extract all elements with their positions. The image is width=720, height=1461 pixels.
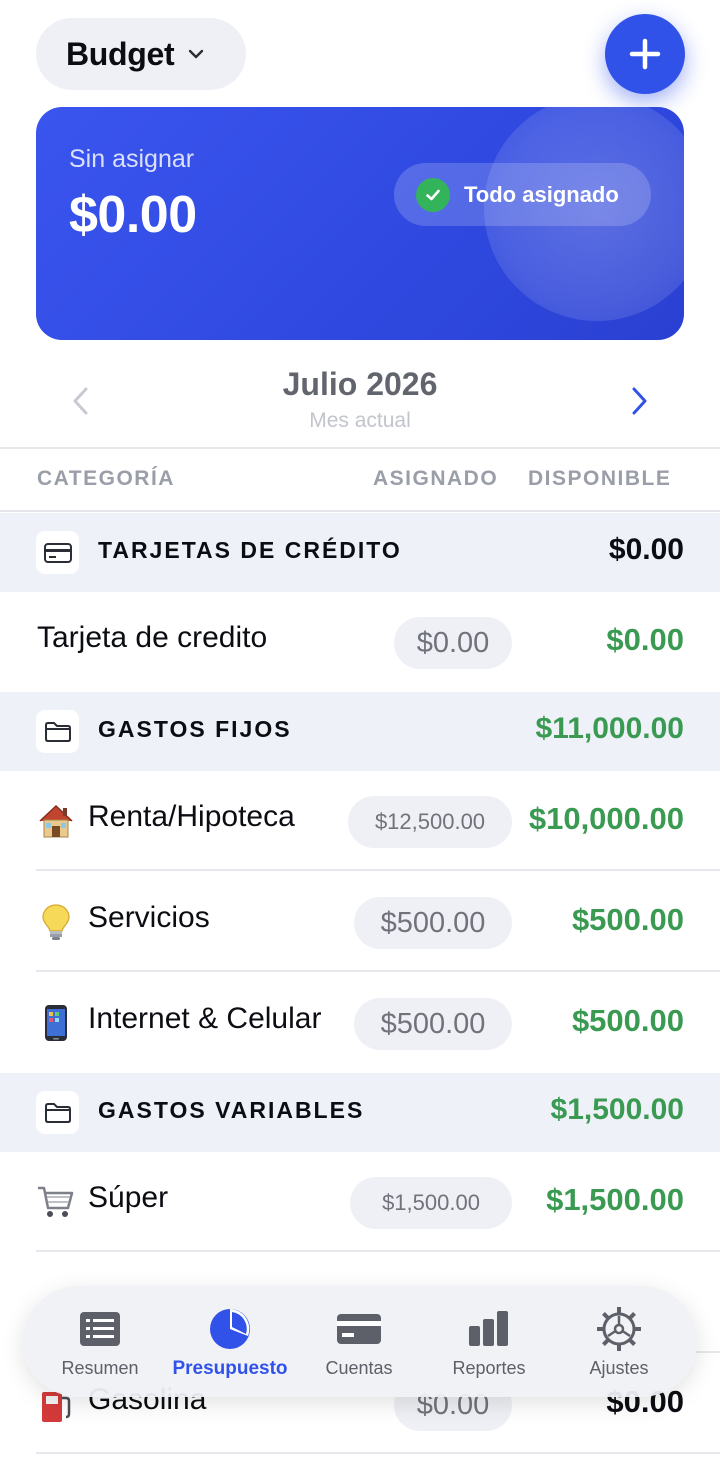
chevron-down-icon: [189, 49, 204, 59]
cart-icon: [38, 1186, 74, 1217]
card-icon: [337, 1314, 381, 1344]
tab-cuentas[interactable]: Cuentas: [294, 1286, 424, 1397]
category-name: Súper: [88, 1181, 169, 1214]
group-available: $0.00: [608, 533, 684, 566]
available-amount: $10,000.00: [528, 801, 684, 836]
row-divider: [36, 1250, 720, 1252]
assigned-amount[interactable]: $1,500.00: [350, 1177, 512, 1229]
add-button[interactable]: [605, 14, 685, 94]
plus-icon: [629, 38, 661, 70]
group-name: TARJETAS DE CRÉDITO: [98, 537, 402, 563]
folder-icon: [36, 1091, 79, 1134]
tab-label: Ajustes: [589, 1358, 649, 1378]
assigned-amount[interactable]: $500.00: [354, 998, 512, 1050]
available-amount: $500.00: [571, 1003, 684, 1038]
group-row-variable-expenses[interactable]: GASTOS VARIABLES $1,500.00: [0, 1073, 720, 1152]
bottom-tab-bar: Resumen Presupuesto Cuentas Reportes Aju…: [23, 1286, 697, 1397]
category-row-internet[interactable]: Internet & Celular $500.00 $500.00: [0, 973, 720, 1073]
category-row-rent[interactable]: Renta/Hipoteca $12,500.00 $10,000.00: [0, 771, 720, 871]
credit-card-icon: [36, 531, 79, 574]
group-available: $1,500.00: [550, 1093, 684, 1126]
row-divider: [36, 869, 720, 871]
chevron-right-icon[interactable]: [624, 384, 654, 418]
divider: [0, 510, 720, 512]
folder-icon: [36, 710, 79, 753]
tab-label: Resumen: [61, 1358, 139, 1378]
group-row-fixed-expenses[interactable]: GASTOS FIJOS $11,000.00: [0, 692, 720, 771]
list-icon: [80, 1312, 120, 1346]
category-row-grocery[interactable]: Súper $1,500.00 $1,500.00: [0, 1152, 720, 1252]
assigned-amount[interactable]: $500.00: [354, 897, 512, 949]
divider: [0, 447, 720, 449]
row-divider: [36, 1452, 720, 1454]
group-available: $11,000.00: [535, 712, 685, 745]
tab-label: Cuentas: [325, 1358, 393, 1378]
budget-label: Budget: [66, 35, 175, 72]
month-title: Julio 2026: [282, 366, 438, 402]
unassigned-card: Sin asignar $0.00 Todo asignado: [36, 107, 684, 340]
tab-resumen[interactable]: Resumen: [35, 1286, 165, 1397]
category-name: Internet & Celular: [88, 1002, 322, 1035]
budget-selector[interactable]: Budget: [36, 18, 246, 90]
lightbulb-icon: [42, 904, 70, 940]
category-row-credit-card[interactable]: Tarjeta de credito $0.00 $0.00: [0, 592, 720, 692]
month-subtitle: Mes actual: [309, 409, 411, 432]
tab-reportes[interactable]: Reportes: [424, 1286, 554, 1397]
column-header-category: CATEGORÍA: [37, 467, 175, 490]
unassigned-amount: $0.00: [69, 186, 197, 244]
assigned-amount[interactable]: $12,500.00: [348, 796, 512, 848]
column-header-assigned: ASIGNADO: [373, 467, 499, 490]
group-name: GASTOS FIJOS: [98, 716, 292, 742]
pie-chart-icon: [210, 1309, 250, 1349]
category-name: Renta/Hipoteca: [88, 800, 295, 833]
all-assigned-badge: Todo asignado: [394, 163, 651, 226]
row-divider: [36, 970, 720, 972]
phone-icon: [45, 1005, 67, 1041]
tab-label: Presupuesto: [172, 1358, 288, 1379]
check-icon: [416, 177, 450, 212]
assigned-amount[interactable]: $0.00: [394, 617, 512, 669]
unassigned-label: Sin asignar: [69, 145, 195, 173]
available-amount: $0.00: [606, 622, 684, 657]
category-row-utilities[interactable]: Servicios $500.00 $500.00: [0, 872, 720, 972]
gear-icon: [597, 1307, 641, 1351]
tab-ajustes[interactable]: Ajustes: [554, 1286, 684, 1397]
group-name: GASTOS VARIABLES: [98, 1097, 365, 1123]
tab-label: Reportes: [452, 1358, 526, 1378]
bar-chart-icon: [469, 1311, 508, 1346]
all-assigned-label: Todo asignado: [464, 181, 619, 207]
available-amount: $500.00: [571, 902, 684, 937]
category-name: Tarjeta de credito: [37, 621, 268, 654]
category-name: Servicios: [88, 901, 210, 934]
available-amount: $1,500.00: [546, 1182, 684, 1217]
group-row-credit-cards[interactable]: TARJETAS DE CRÉDITO $0.00: [0, 513, 720, 592]
column-header-available: DISPONIBLE: [528, 467, 672, 490]
house-icon: [39, 804, 73, 838]
tab-presupuesto[interactable]: Presupuesto: [165, 1286, 295, 1397]
